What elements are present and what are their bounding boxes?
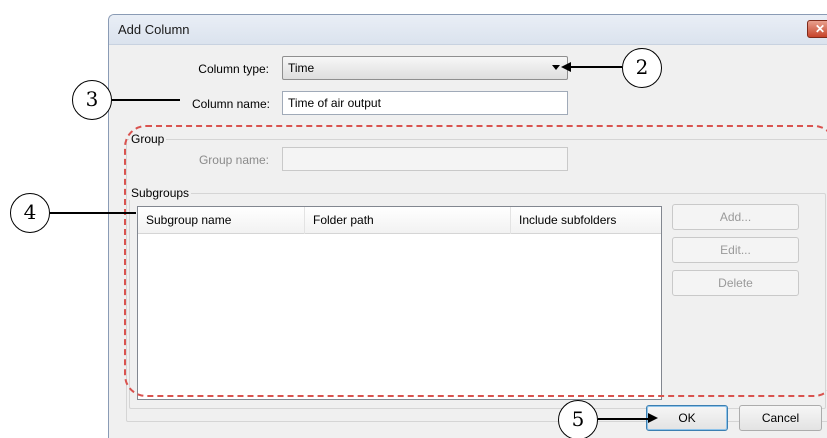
column-name-value: Time of air output: [288, 96, 381, 110]
column-name-input[interactable]: Time of air output: [282, 91, 568, 115]
callout-leader-5: [598, 418, 648, 420]
cancel-button[interactable]: Cancel: [739, 405, 822, 431]
column-type-value: Time: [288, 61, 315, 75]
highlight-region: [124, 125, 827, 397]
close-icon: ✕: [815, 22, 826, 36]
column-type-dropdown[interactable]: Time: [282, 56, 568, 80]
callout-3: 3: [72, 80, 112, 120]
callout-leader-2: [570, 66, 622, 68]
column-type-label: Column type:: [198, 62, 269, 76]
close-button[interactable]: ✕: [807, 20, 827, 38]
callout-5: 5: [558, 400, 598, 438]
dialog-title: Add Column: [118, 22, 190, 37]
chevron-down-icon: [552, 65, 560, 70]
callout-leader-4: [50, 212, 136, 214]
ok-button[interactable]: OK: [646, 405, 728, 431]
callout-2: 2: [622, 48, 662, 88]
callout-arrowhead-5: [648, 413, 658, 423]
callout-leader-3: [112, 99, 180, 101]
title-bar: Add Column ✕: [109, 15, 827, 45]
callout-4: 4: [10, 193, 50, 233]
